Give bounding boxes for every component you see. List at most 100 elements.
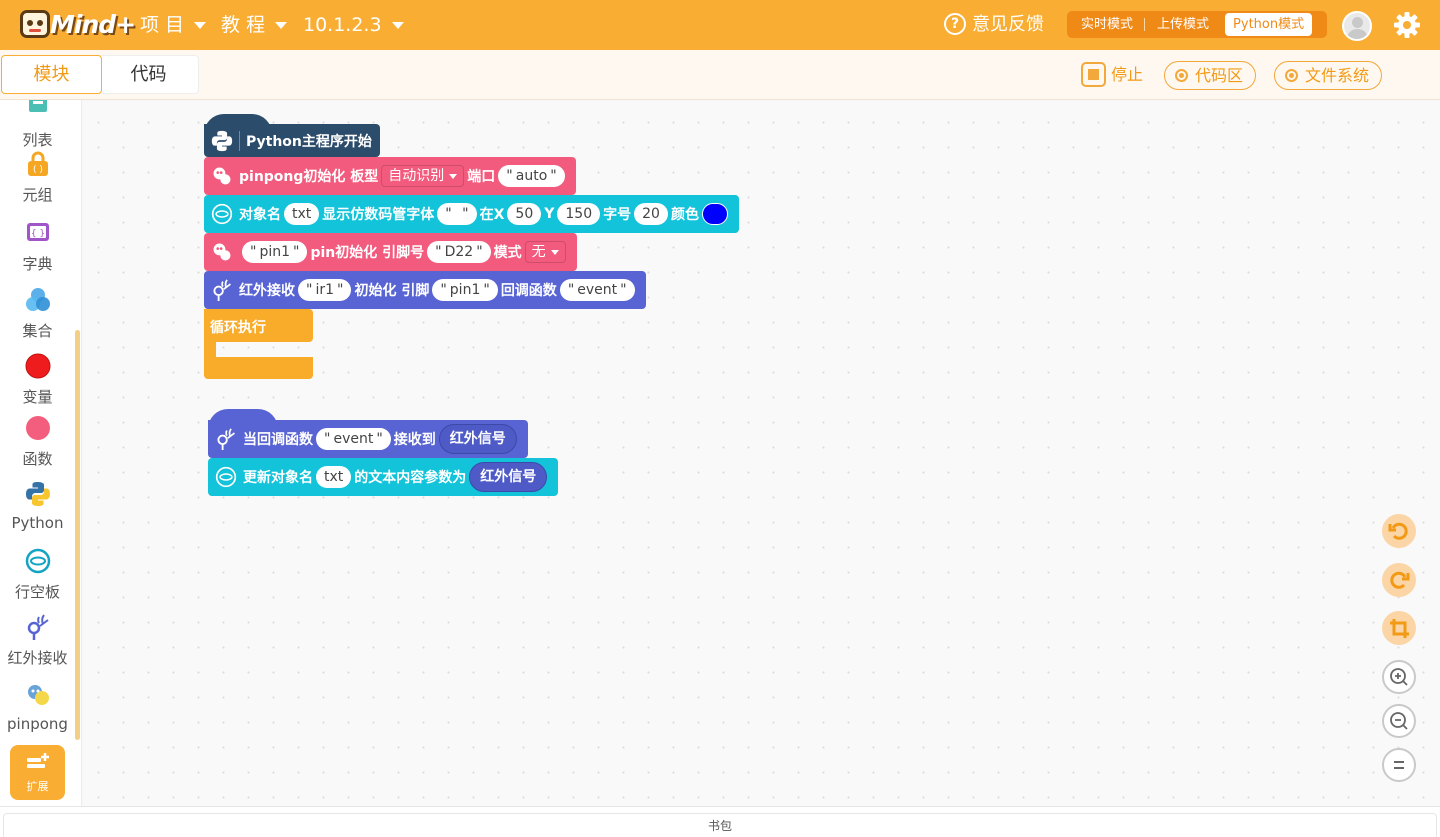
font-size-input[interactable]: 20 (634, 203, 668, 225)
top-bar: Mind+ 项 目 教 程 10.1.2.3 ? 意见反馈 实时模式 上传模式 P… (0, 0, 1440, 50)
file-system-button[interactable]: 文件系统 (1274, 61, 1383, 90)
equals-icon (1394, 761, 1404, 769)
port-input[interactable]: auto (498, 165, 565, 187)
block-pin-init[interactable]: pin1 pin初始化 引脚号 D22 模式 无 (204, 233, 577, 271)
category-sidebar: 列表 ( ) 元组 { } 字典 集合 变量 函数 Python 行空板 红外接… (0, 100, 82, 806)
feedback-label: 意见反馈 (972, 14, 1044, 35)
main-hat-label: Python主程序开始 (239, 130, 372, 151)
object-name-input[interactable]: txt (284, 203, 320, 225)
category-set[interactable]: 集合 (0, 287, 75, 341)
pin-name-input[interactable]: pin1 (242, 241, 308, 263)
pin-number-input[interactable]: D22 (427, 241, 491, 263)
menu-tutorial[interactable]: 教 程 (221, 0, 288, 50)
object-name-input[interactable]: txt (316, 466, 352, 488)
category-label: 列表 (22, 131, 53, 149)
block-update-text[interactable]: 更新对象名 txt 的文本内容参数为 红外信号 (208, 458, 559, 496)
block-text: 红外接收 (239, 283, 295, 299)
redo-button[interactable] (1382, 563, 1416, 597)
ir-signal-reporter[interactable]: 红外信号 (469, 462, 548, 492)
crop-icon (1390, 619, 1409, 638)
block-ir-callback[interactable]: 当回调函数 event 接收到 红外信号 (208, 420, 528, 458)
ir-name-input[interactable]: ir1 (298, 279, 352, 301)
pinpong-icon (213, 167, 231, 185)
ir-signal-reporter[interactable]: 红外信号 (438, 424, 517, 454)
variable-icon (25, 353, 50, 379)
backpack-bar: 书包 (0, 806, 1440, 837)
block-loop[interactable]: 循环执行 (204, 309, 313, 342)
menu-tutorial-label: 教 程 (221, 14, 266, 36)
set-icon (25, 288, 50, 311)
zoom-reset-button[interactable] (1382, 748, 1416, 782)
callback-input[interactable]: event (559, 279, 635, 301)
crop-button[interactable] (1382, 611, 1416, 645)
user-avatar[interactable] (1342, 11, 1372, 41)
undo-icon (1388, 522, 1408, 540)
file-system-label: 文件系统 (1305, 66, 1370, 85)
block-text: 当回调函数 (243, 432, 313, 448)
block-ir-init[interactable]: 红外接收 ir1 初始化 引脚 pin1 回调函数 event (204, 271, 646, 309)
category-python[interactable]: Python (0, 481, 75, 532)
settings-gear-icon[interactable] (1393, 11, 1421, 39)
tab-blocks[interactable]: 模块 (1, 55, 102, 94)
block-text: pin初始化 引脚号 (310, 245, 425, 261)
block-text: 的文本内容参数为 (354, 470, 467, 486)
category-label: 红外接收 (7, 649, 68, 667)
feedback-link[interactable]: ? 意见反馈 (944, 0, 1044, 50)
block-text: 接收到 (393, 432, 436, 448)
tab-code[interactable]: 代码 (98, 55, 199, 94)
zoom-out-icon (1390, 712, 1408, 730)
backpack-toggle[interactable]: 书包 (3, 813, 1437, 837)
block-text: pinpong初始化 板型 (239, 169, 379, 185)
category-pinpong[interactable]: pinpong (0, 682, 75, 733)
sidebar-scrollbar[interactable] (75, 330, 80, 740)
display-text-input[interactable] (437, 203, 477, 225)
block-main-start[interactable]: Python主程序开始 (204, 124, 380, 157)
pin-mode-dropdown[interactable]: 无 (524, 241, 566, 263)
block-display-digital[interactable]: 对象名 txt 显示仿数码管字体 在X 50 Y 150 字号 20 颜色 (204, 195, 739, 233)
category-variable[interactable]: 变量 (0, 353, 75, 407)
block-text: 显示仿数码管字体 (322, 207, 435, 223)
category-unihiker[interactable]: 行空板 (0, 548, 75, 602)
stop-icon (1081, 62, 1106, 87)
category-list[interactable]: 列表 (0, 100, 75, 150)
code-area-button[interactable]: 代码区 (1164, 61, 1257, 90)
ir-pin-input[interactable]: pin1 (432, 279, 498, 301)
mode-upload[interactable]: 上传模式 (1145, 13, 1221, 36)
category-function[interactable]: 函数 (0, 415, 75, 469)
x-input[interactable]: 50 (507, 203, 542, 225)
color-picker[interactable] (701, 203, 728, 225)
logo-text: Mind+ (50, 10, 136, 39)
undo-button[interactable] (1382, 514, 1416, 548)
block-pinpong-init[interactable]: pinpong初始化 板型 自动识别 端口 auto (204, 157, 576, 195)
category-dict[interactable]: { } 字典 (0, 220, 75, 274)
zoom-out-button[interactable] (1382, 704, 1416, 738)
zoom-in-button[interactable] (1382, 660, 1416, 694)
menu-project[interactable]: 项 目 (140, 0, 207, 50)
callback-name-input[interactable]: event (316, 428, 391, 450)
block-text: 回调函数 (500, 283, 557, 299)
target-icon (1175, 69, 1188, 82)
function-icon (25, 416, 50, 440)
menu-version[interactable]: 10.1.2.3 (303, 0, 404, 50)
loop-arm (204, 342, 216, 357)
y-input[interactable]: 150 (557, 203, 601, 225)
mode-realtime[interactable]: 实时模式 (1069, 13, 1146, 36)
mind-plus-logo[interactable]: Mind+ (18, 8, 136, 44)
category-label: 元组 (22, 186, 53, 204)
category-ir-receiver[interactable]: 红外接收 (0, 614, 75, 668)
category-label: 行空板 (14, 583, 60, 601)
category-label: 集合 (22, 322, 53, 340)
pinpong-icon (213, 243, 231, 261)
pin-mode-value: 无 (531, 244, 546, 260)
block-text: 模式 (493, 245, 522, 261)
mode-python[interactable]: Python模式 (1225, 13, 1313, 36)
svg-text:{ }: { } (30, 229, 44, 239)
chevron-down-icon (194, 22, 207, 29)
extension-button[interactable]: 扩展 (10, 745, 65, 800)
category-tuple[interactable]: ( ) 元组 (0, 151, 75, 205)
redo-icon (1390, 571, 1410, 589)
loop-label: 循环执行 (210, 320, 266, 336)
stop-button[interactable]: 停止 (1081, 62, 1143, 88)
board-type-dropdown[interactable]: 自动识别 (381, 165, 465, 187)
ir-receiver-icon (27, 614, 49, 640)
